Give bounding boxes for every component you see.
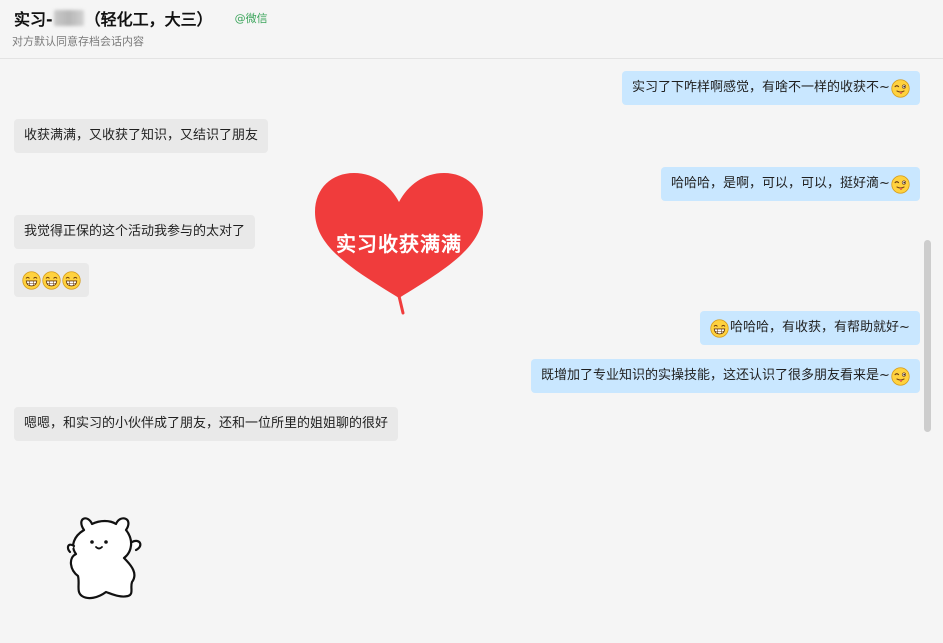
message-text: 哈哈哈，是啊，可以，可以，挺好滴~ <box>671 176 890 191</box>
message-text: 哈哈哈，有收获，有帮助就好~ <box>730 320 910 335</box>
grin-emoji-icon <box>62 271 81 290</box>
message-bubble-received[interactable] <box>14 263 89 297</box>
message-text: 嗯嗯，和实习的小伙伴成了朋友，还和一位所里的姐姐聊的很好 <box>24 416 389 431</box>
scrollbar-thumb[interactable] <box>924 240 931 432</box>
chat-title: 实习- （轻化工，大三） @微信 <box>14 6 268 30</box>
bear-icon <box>66 517 142 600</box>
wechat-source-tag: @微信 <box>234 12 268 25</box>
sticker-caption: 实习收获满满 <box>336 232 462 256</box>
message-text: 既增加了专业知识的实操技能，这还认识了很多朋友看来是~ <box>541 368 890 383</box>
message-bubble-sent[interactable]: 实习了下咋样啊感觉，有啥不一样的收获不~ <box>622 71 920 105</box>
message-bubble-sent[interactable]: 哈哈哈，是啊，可以，可以，挺好滴~ <box>661 167 920 201</box>
chat-title-prefix: 实习- <box>14 10 53 29</box>
wink-tongue-emoji-icon <box>891 79 910 98</box>
chat-title-suffix: （轻化工，大三） <box>84 10 213 29</box>
message-bubble-received[interactable]: 嗯嗯，和实习的小伙伴成了朋友，还和一位所里的姐姐聊的很好 <box>14 407 399 441</box>
archive-notice: 对方默认同意存档会话内容 <box>12 35 144 48</box>
message-text: 我觉得正保的这个活动我参与的太对了 <box>24 224 246 239</box>
chat-header: 实习- （轻化工，大三） @微信 对方默认同意存档会话内容 <box>0 0 943 59</box>
message-text: 收获满满，又收获了知识，又结识了朋友 <box>24 128 259 143</box>
message-bubble-sent[interactable]: 哈哈哈，有收获，有帮助就好~ <box>700 311 920 345</box>
message-bubble-sent[interactable]: 既增加了专业知识的实操技能，这还认识了很多朋友看来是~ <box>531 359 920 393</box>
message-bubble-received[interactable]: 收获满满，又收获了知识，又结识了朋友 <box>14 119 269 153</box>
wink-tongue-emoji-icon <box>891 367 910 386</box>
wink-tongue-emoji-icon <box>891 175 910 194</box>
bear-doodle-sticker[interactable] <box>62 512 146 604</box>
heart-sticker[interactable]: 实习收获满满 <box>310 168 488 316</box>
redacted-name <box>53 10 84 26</box>
message-text: 实习了下咋样啊感觉，有啥不一样的收获不~ <box>632 80 890 95</box>
grin-emoji-icon <box>22 271 41 290</box>
message-bubble-received[interactable]: 我觉得正保的这个活动我参与的太对了 <box>14 215 256 249</box>
grin-emoji-icon <box>710 319 729 338</box>
grin-emoji-icon <box>42 271 61 290</box>
